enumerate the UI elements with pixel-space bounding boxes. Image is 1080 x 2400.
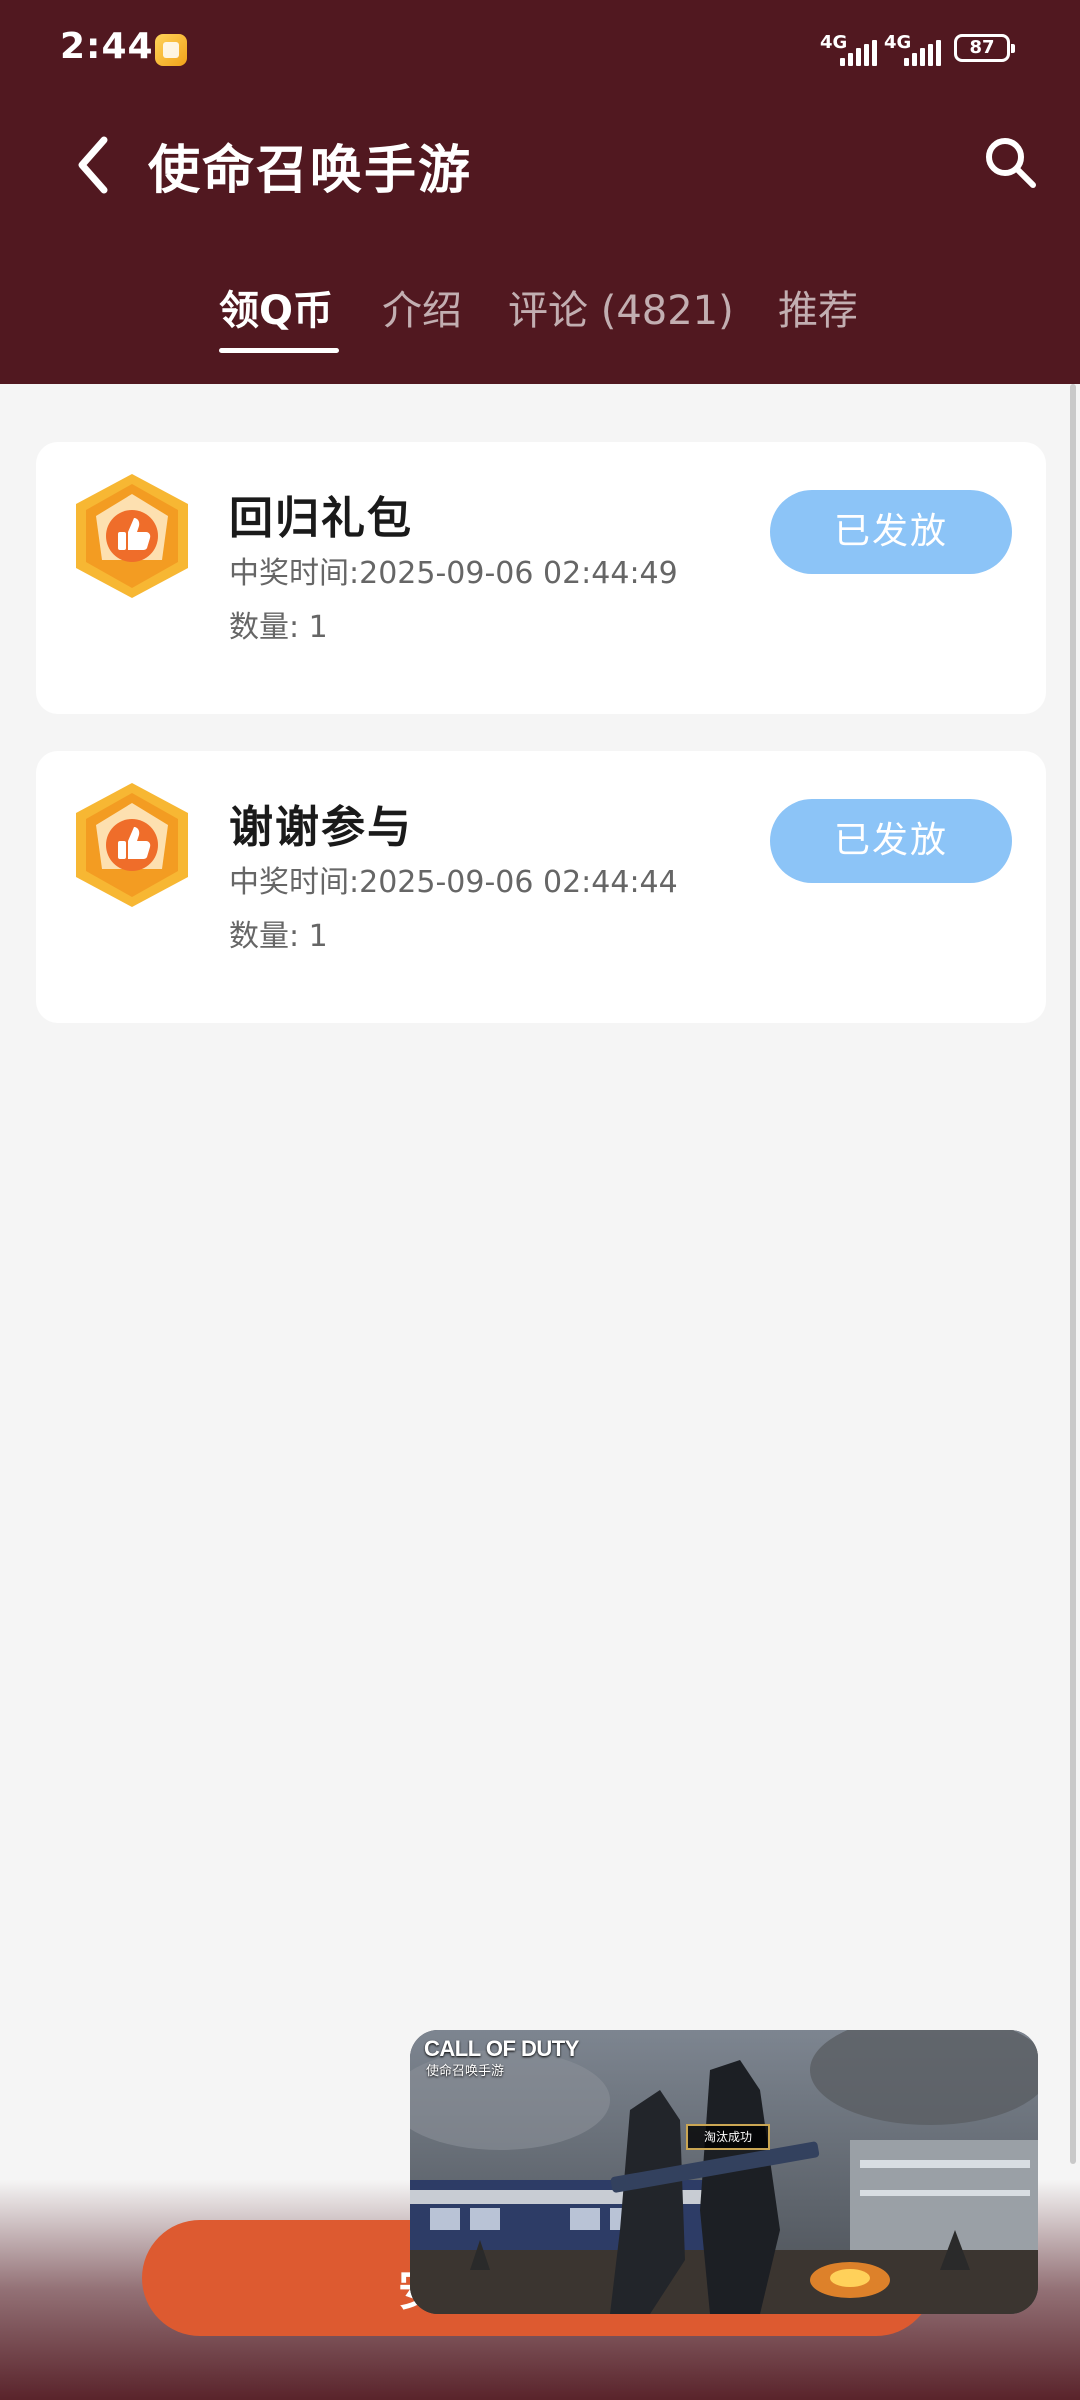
reward-title: 谢谢参与 [229, 802, 413, 853]
search-button[interactable] [980, 132, 1040, 192]
search-icon [986, 138, 1036, 188]
signal-icon: 4G [884, 32, 948, 66]
signal-icon: 4G [820, 32, 884, 66]
page-title: 使命召唤手游 [148, 141, 473, 201]
battery-level: 87 [969, 37, 995, 58]
tab-q-coin[interactable]: 领Q币 [219, 278, 333, 336]
reward-card: 谢谢参与 中奖时间:2025-09-06 02:44:44 数量: 1 已发放 [36, 751, 1046, 1023]
game-scene-image [410, 2030, 1038, 2314]
floating-video-window[interactable]: CALL OF DUTY 使命召唤手游 淘汰成功 [410, 2030, 1038, 2314]
thumbs-up-badge-icon [76, 783, 188, 907]
tab-bar: 领Q币 介绍 评论 (4821) 推荐 [0, 278, 1080, 358]
tab-comments[interactable]: 评论 (4821) [508, 278, 734, 336]
active-tab-indicator [219, 348, 339, 353]
signal-bars [840, 40, 880, 66]
reward-quantity: 数量: 1 [229, 919, 328, 954]
chevron-left-icon [78, 136, 108, 194]
thumbs-up-badge-icon [76, 474, 188, 598]
app-header: 2:44 4G 4G 87 使命召唤手游 领Q币 介绍 评论 (4821) 推荐 [0, 0, 1080, 384]
scrollbar[interactable] [1070, 384, 1076, 2164]
back-button[interactable] [70, 130, 118, 200]
issued-status-button[interactable]: 已发放 [770, 490, 1012, 574]
battery-icon: 87 [954, 34, 1015, 62]
reward-card: 回归礼包 中奖时间:2025-09-06 02:44:49 数量: 1 已发放 [36, 442, 1046, 714]
tab-intro[interactable]: 介绍 [382, 278, 462, 336]
signal-bars [904, 40, 944, 66]
gallery-notification-icon [155, 34, 187, 66]
game-logo-subtitle: 使命召唤手游 [426, 2064, 505, 2079]
game-logo: CALL OF DUTY [424, 2036, 579, 2061]
reward-time: 中奖时间:2025-09-06 02:44:44 [229, 865, 678, 900]
reward-quantity: 数量: 1 [229, 610, 328, 645]
status-time: 2:44 [60, 26, 154, 67]
tab-recommend[interactable]: 推荐 [778, 278, 858, 336]
status-bar: 2:44 4G 4G 87 [0, 0, 1080, 100]
reward-time: 中奖时间:2025-09-06 02:44:49 [229, 556, 678, 591]
issued-status-button[interactable]: 已发放 [770, 799, 1012, 883]
kill-feed-label: 淘汰成功 [686, 2124, 770, 2150]
reward-title: 回归礼包 [229, 493, 413, 544]
